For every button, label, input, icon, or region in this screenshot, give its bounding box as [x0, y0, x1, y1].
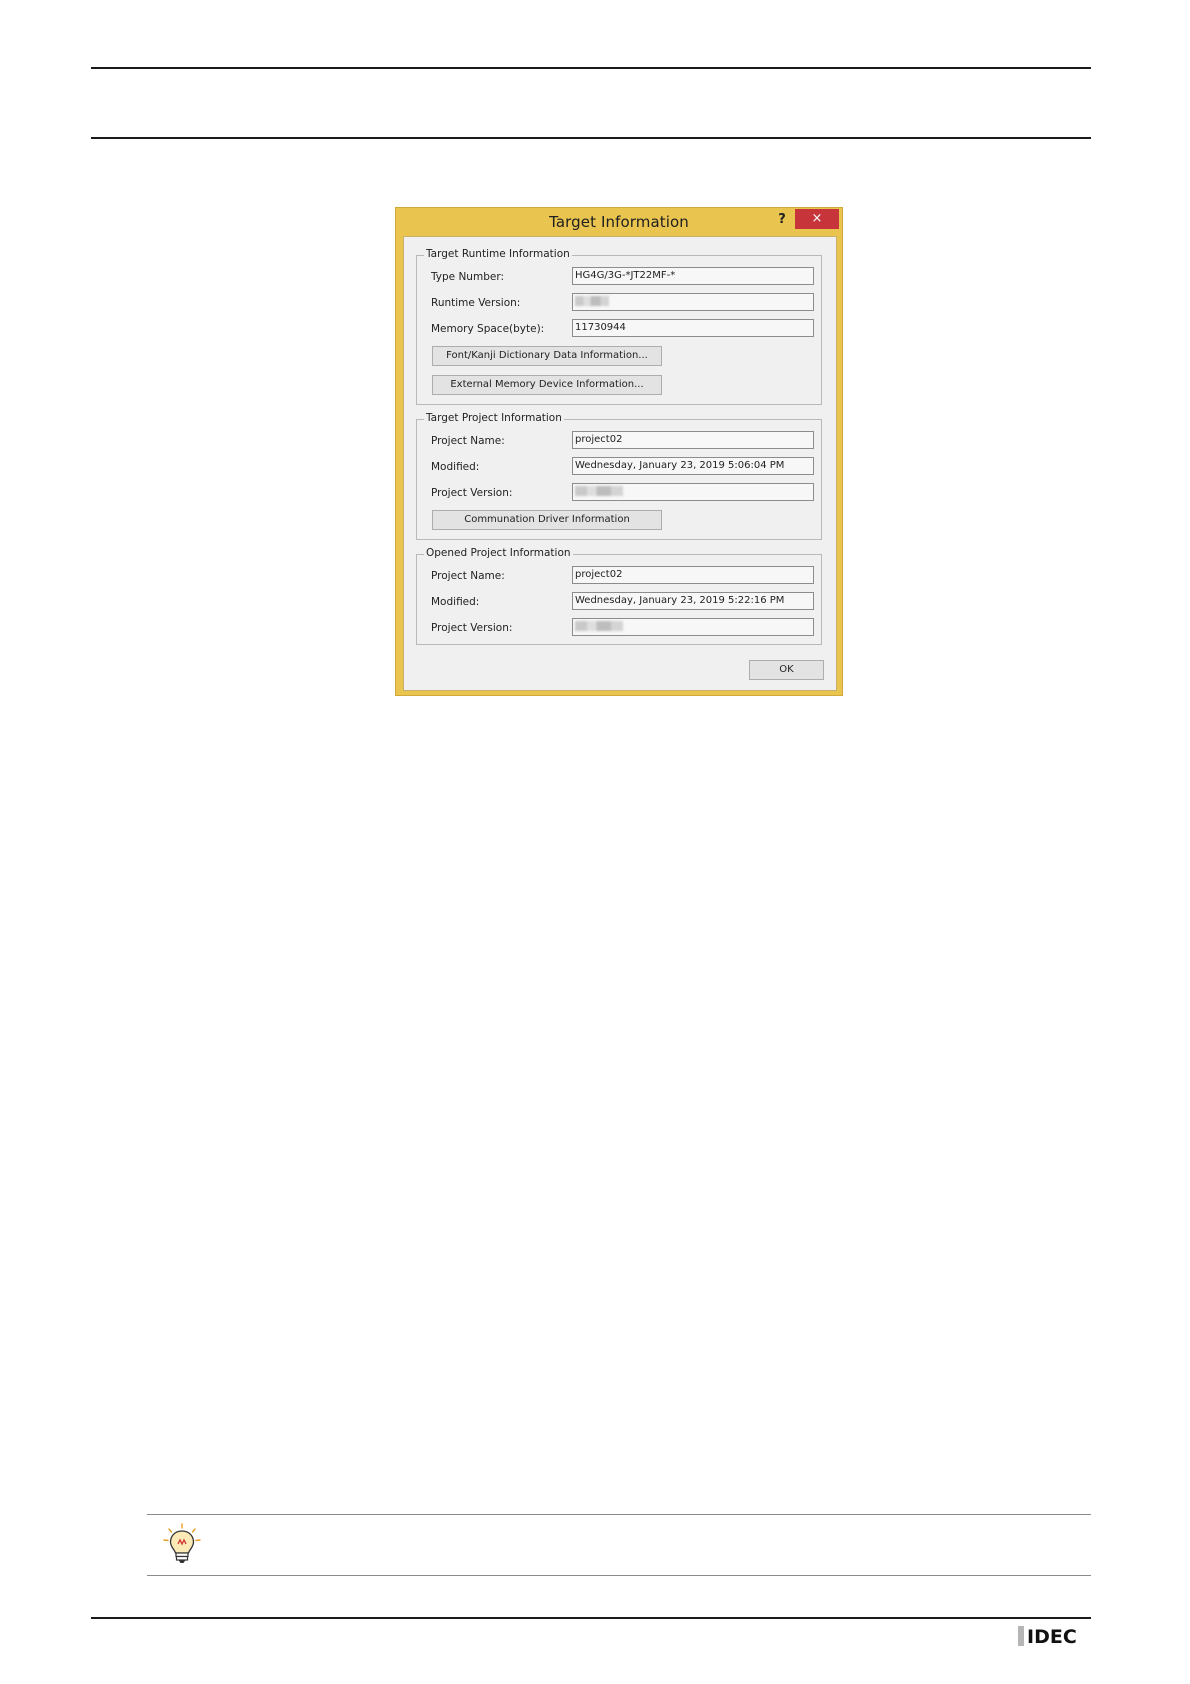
- target-runtime-group: Target Runtime Information Type Number: …: [416, 248, 822, 405]
- header-rule-bottom: [91, 137, 1091, 139]
- hint-rule-bottom: [147, 1575, 1091, 1576]
- group-legend: Target Project Information: [424, 412, 564, 424]
- modified-label: Modified:: [431, 596, 480, 608]
- project-name-label: Project Name:: [431, 435, 505, 447]
- modified-field[interactable]: Wednesday, January 23, 2019 5:06:04 PM: [572, 457, 814, 475]
- project-version-label: Project Version:: [431, 487, 513, 499]
- group-legend: Opened Project Information: [424, 547, 573, 559]
- runtime-version-label: Runtime Version:: [431, 297, 521, 309]
- hint-rule-top: [147, 1514, 1091, 1515]
- project-name-field[interactable]: project02: [572, 431, 814, 449]
- type-number-label: Type Number:: [431, 271, 504, 283]
- logo-text: IDEC: [1027, 1626, 1077, 1648]
- project-version-field[interactable]: [572, 618, 814, 636]
- idec-logo: IDEC: [1018, 1626, 1077, 1648]
- opened-project-group: Opened Project Information Project Name:…: [416, 547, 822, 645]
- project-name-field[interactable]: project02: [572, 566, 814, 584]
- memory-space-label: Memory Space(byte):: [431, 323, 545, 335]
- type-number-field[interactable]: HG4G/3G-*JT22MF-*: [572, 267, 814, 285]
- lightbulb-icon: [163, 1523, 201, 1563]
- blurred-value: [575, 296, 609, 306]
- blurred-value: [575, 486, 623, 496]
- project-version-field[interactable]: [572, 483, 814, 501]
- memory-space-field[interactable]: 11730944: [572, 319, 814, 337]
- modified-label: Modified:: [431, 461, 480, 473]
- dialog-titlebar[interactable]: Target Information ? ×: [396, 208, 842, 236]
- dialog-client-area: Target Runtime Information Type Number: …: [403, 236, 837, 691]
- project-version-label: Project Version:: [431, 622, 513, 634]
- ok-button[interactable]: OK: [749, 660, 824, 680]
- communication-driver-info-button[interactable]: Communation Driver Information: [432, 510, 662, 530]
- external-memory-info-button[interactable]: External Memory Device Information...: [432, 375, 662, 395]
- font-kanji-info-button[interactable]: Font/Kanji Dictionary Data Information..…: [432, 346, 662, 366]
- runtime-version-field[interactable]: [572, 293, 814, 311]
- modified-field[interactable]: Wednesday, January 23, 2019 5:22:16 PM: [572, 592, 814, 610]
- blurred-value: [575, 621, 623, 631]
- help-button[interactable]: ?: [770, 210, 794, 230]
- footer-rule: [91, 1617, 1091, 1619]
- target-project-group: Target Project Information Project Name:…: [416, 412, 822, 540]
- group-legend: Target Runtime Information: [424, 248, 572, 260]
- project-name-label: Project Name:: [431, 570, 505, 582]
- header-rule-top: [91, 67, 1091, 69]
- close-button[interactable]: ×: [795, 209, 839, 229]
- target-information-dialog: Target Information ? × Target Runtime In…: [395, 207, 843, 696]
